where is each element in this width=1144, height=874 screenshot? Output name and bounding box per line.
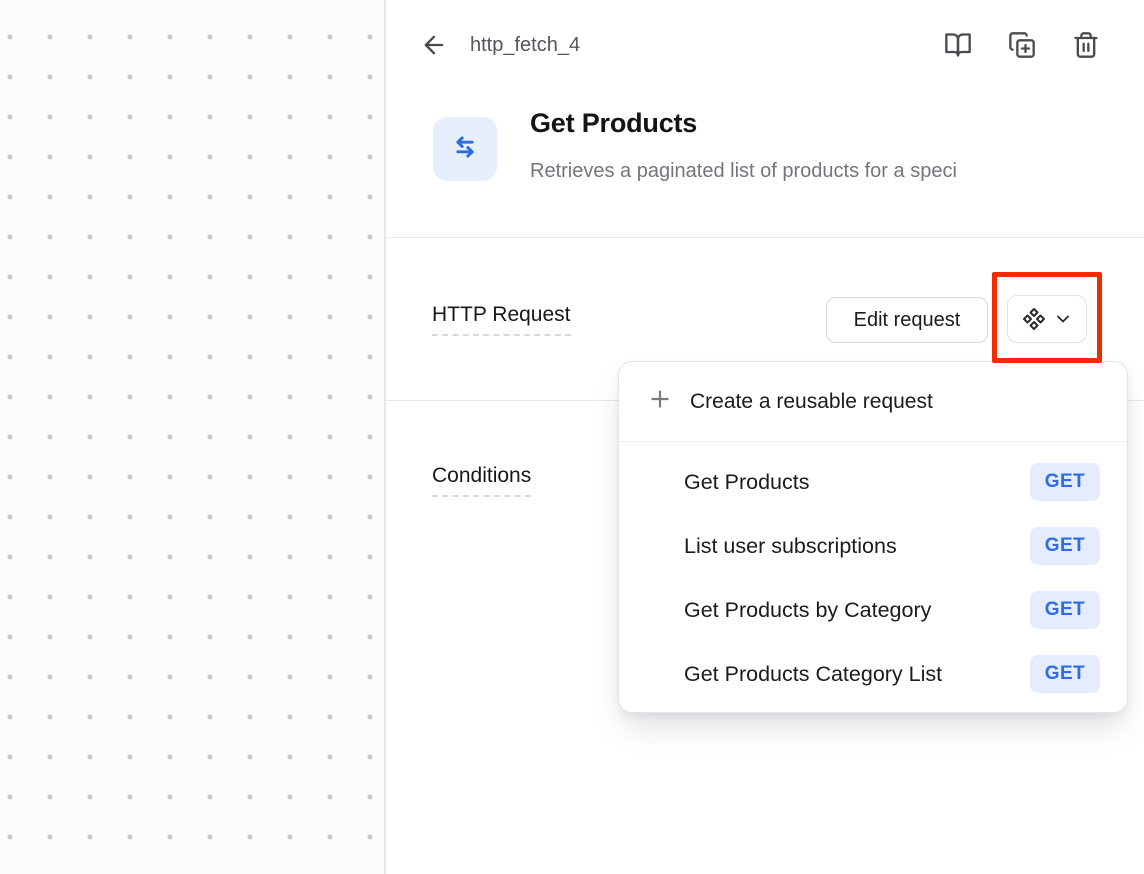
- duplicate-button[interactable]: [1008, 31, 1036, 59]
- component-diamonds-icon: [1022, 307, 1046, 331]
- node-description: Retrieves a paginated list of products f…: [530, 160, 1100, 183]
- menu-item-get-products[interactable]: Get Products GET: [619, 450, 1127, 514]
- menu-item-label: Create a reusable request: [690, 390, 933, 414]
- workflow-canvas[interactable]: [0, 0, 384, 874]
- method-badge: GET: [1030, 591, 1100, 629]
- method-badge: GET: [1030, 463, 1100, 501]
- reusable-request-menu: Create a reusable request Get Products G…: [618, 361, 1128, 713]
- trash-icon: [1072, 31, 1100, 59]
- book-open-icon: [944, 31, 972, 59]
- plus-icon: [647, 386, 673, 418]
- menu-list: Get Products GET List user subscriptions…: [619, 442, 1127, 713]
- arrow-left-icon: [420, 31, 448, 59]
- conditions-label: Conditions: [432, 464, 531, 497]
- app-screen: http_fetch_4 Get: [0, 0, 1144, 874]
- reusable-request-dropdown-button[interactable]: [1007, 295, 1087, 343]
- node-title: Get Products: [530, 108, 697, 139]
- menu-item-label: Get Products Category List: [684, 662, 942, 687]
- method-badge: GET: [1030, 655, 1100, 693]
- node-type-icon-box: [433, 117, 497, 181]
- menu-item-label: Get Products by Category: [684, 598, 931, 623]
- menu-item-create-reusable-request[interactable]: Create a reusable request: [619, 362, 1127, 441]
- node-detail-panel: http_fetch_4 Get: [386, 0, 1144, 874]
- menu-item-label: List user subscriptions: [684, 534, 897, 559]
- section-divider: [386, 237, 1144, 238]
- menu-item-get-products-category-list[interactable]: Get Products Category List GET: [619, 642, 1127, 706]
- menu-item-get-products-by-category[interactable]: Get Products by Category GET: [619, 578, 1127, 642]
- swap-arrows-icon: [448, 130, 482, 169]
- docs-button[interactable]: [944, 31, 972, 59]
- edit-request-button[interactable]: Edit request: [826, 297, 988, 343]
- node-id-title: http_fetch_4: [470, 34, 580, 57]
- menu-item-list-user-subscriptions[interactable]: List user subscriptions GET: [619, 514, 1127, 578]
- copy-plus-icon: [1008, 31, 1036, 59]
- delete-button[interactable]: [1072, 31, 1100, 59]
- menu-item-label: Get Products: [684, 470, 809, 495]
- method-badge: GET: [1030, 527, 1100, 565]
- http-request-label: HTTP Request: [432, 303, 571, 336]
- back-button[interactable]: [420, 31, 448, 59]
- chevron-down-icon: [1053, 309, 1073, 329]
- header-actions: [944, 31, 1100, 59]
